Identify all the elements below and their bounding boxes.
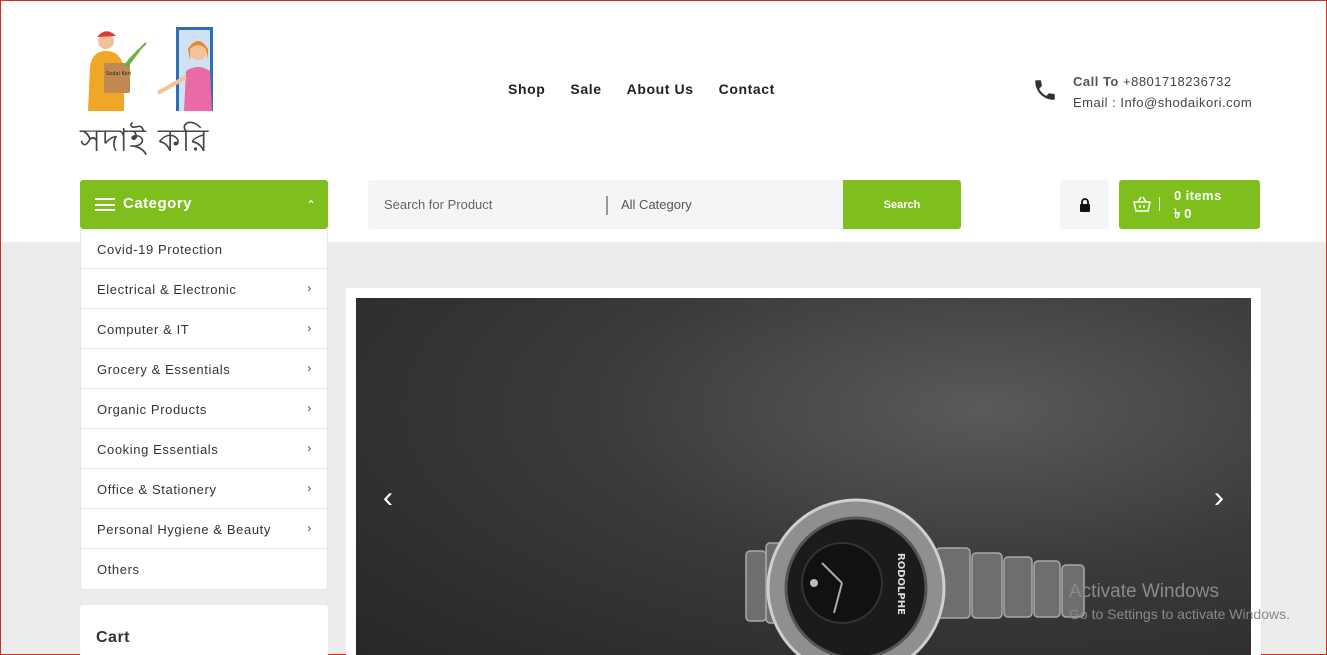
category-item-computer[interactable]: Computer & IT › [81,309,327,349]
cart-widget-title: Cart [96,629,131,646]
cart-widget: Cart [80,605,328,655]
call-label: Call To [1073,74,1119,89]
cart-button[interactable]: 0 items ৳ 0 [1119,180,1260,229]
chevron-right-icon: › [307,401,312,415]
activate-windows-subtitle: Go to Settings to activate Windows. [1069,606,1290,622]
category-item-electrical[interactable]: Electrical & Electronic › [81,269,327,309]
category-name: Computer & IT [97,322,190,337]
category-item-organic[interactable]: Organic Products › [81,389,327,429]
basket-icon [1133,196,1151,212]
chevron-right-icon: › [307,321,312,335]
category-name: Grocery & Essentials [97,362,231,377]
chevron-right-icon: › [307,521,312,535]
cart-items-count: 0 items [1174,188,1222,203]
slider-next-button[interactable]: › [1207,483,1231,513]
category-name: Electrical & Electronic [97,282,237,297]
site-logo[interactable]: Sodai Kori সদাই করি [80,27,215,159]
nav-shop[interactable]: Shop [508,81,545,97]
account-button[interactable] [1060,180,1109,229]
watch-brand-text: RODOLPHE [895,553,906,615]
chevron-right-icon: › [307,481,312,495]
logo-illustration: Sodai Kori [88,27,213,111]
slider-prev-button[interactable]: ‹ [376,483,400,513]
logo-text: সদাই করি [80,121,210,159]
category-item-hygiene[interactable]: Personal Hygiene & Beauty › [81,509,327,549]
site-header: Sodai Kori সদাই করি Shop Sale About Us C… [1,1,1326,242]
category-name: Personal Hygiene & Beauty [97,522,271,537]
category-item-covid-19[interactable]: Covid-19 Protection [81,229,327,269]
category-item-cooking[interactable]: Cooking Essentials › [81,429,327,469]
category-name: Cooking Essentials [97,442,219,457]
cart-amount: ৳ 0 [1174,206,1192,221]
search-divider [606,196,608,215]
chevron-right-icon: › [307,361,312,375]
logo-bag-text: Sodai Kori [106,71,131,77]
category-menu: Covid-19 Protection Electrical & Electro… [80,229,328,590]
main-nav: Shop Sale About Us Contact [508,81,775,97]
category-toggle-button[interactable]: Category ⌃ [80,180,328,229]
category-name: Office & Stationery [97,482,217,497]
search-bar: All Category Search [368,180,961,229]
category-name: Others [97,562,140,577]
category-name: Covid-19 Protection [97,242,223,257]
activate-windows-title: Activate Windows [1069,581,1219,602]
category-item-others[interactable]: Others [81,549,327,589]
email-line[interactable]: Email : Info@shodaikori.com [1073,92,1252,113]
phone-number[interactable]: +8801718236732 [1123,74,1232,89]
nav-sale[interactable]: Sale [570,81,601,97]
chevron-up-icon: ⌃ [305,198,316,212]
category-item-office[interactable]: Office & Stationery › [81,469,327,509]
lock-icon [1079,197,1090,212]
search-button[interactable]: Search [843,180,961,229]
cart-separator [1159,197,1160,211]
phone-icon [1035,80,1055,100]
nav-about-us[interactable]: About Us [627,81,694,97]
category-select[interactable]: All Category [621,197,692,212]
watch-image: RODOLPHE [745,498,1085,655]
category-name: Organic Products [97,402,208,417]
nav-contact[interactable]: Contact [719,81,775,97]
chevron-right-icon: › [307,441,312,455]
search-input[interactable] [368,180,606,229]
category-button-label: Category [123,195,193,212]
chevron-right-icon: › [307,281,312,295]
category-item-grocery[interactable]: Grocery & Essentials › [81,349,327,389]
hamburger-icon [95,198,115,211]
